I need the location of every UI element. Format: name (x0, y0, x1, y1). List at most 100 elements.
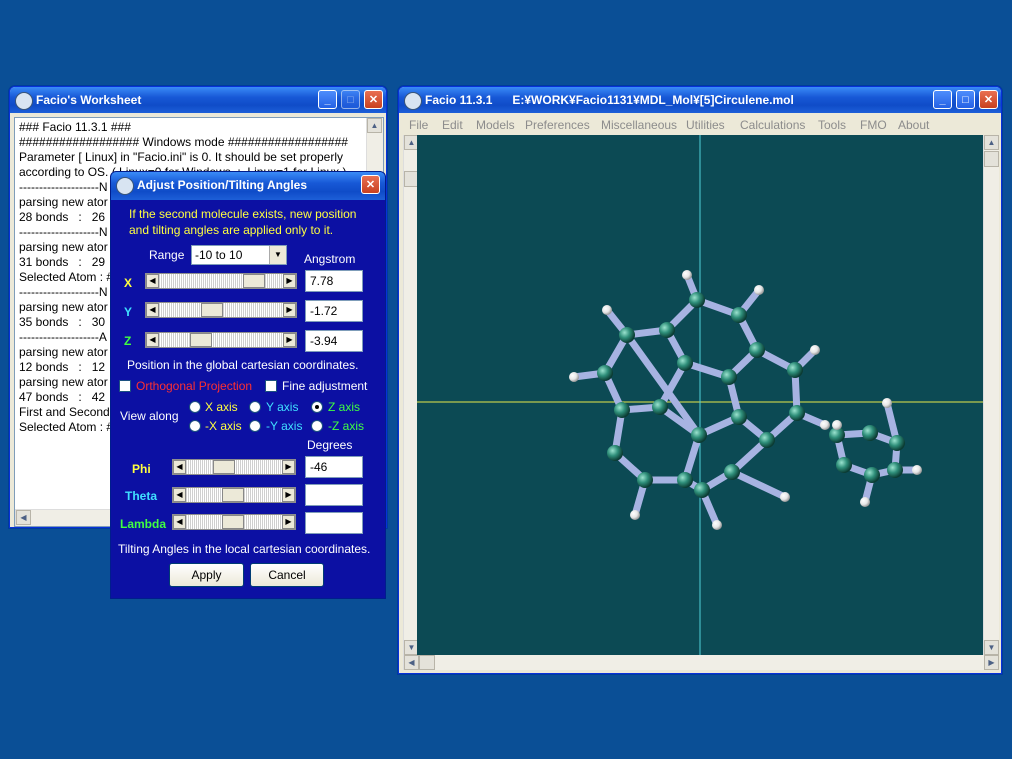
right-vscrollbar[interactable]: ▲ ▼ (983, 135, 999, 655)
hydrogen-atom[interactable] (912, 465, 922, 475)
ortho-projection-checkbox[interactable] (119, 380, 131, 392)
scroll-left-icon[interactable]: ◀ (16, 510, 31, 525)
scroll-up-icon[interactable]: ▲ (984, 135, 999, 150)
menu-about[interactable]: About (898, 118, 929, 132)
hydrogen-atom[interactable] (602, 305, 612, 315)
lambda-slider[interactable]: ◀ ▶ (172, 514, 296, 530)
carbon-atom[interactable] (887, 462, 903, 478)
y-value-field[interactable]: -1.72 (305, 300, 363, 322)
apply-button[interactable]: Apply (169, 563, 244, 587)
menu-edit[interactable]: Edit (442, 118, 463, 132)
lambda-value-field[interactable] (305, 512, 363, 534)
slider-left-arrow-icon[interactable]: ◀ (173, 460, 186, 474)
hydrogen-atom[interactable] (569, 372, 579, 382)
menu-preferences[interactable]: Preferences (525, 118, 590, 132)
radio-neg-x-axis[interactable] (189, 420, 201, 432)
slider-left-arrow-icon[interactable]: ◀ (173, 515, 186, 529)
chevron-down-icon[interactable]: ▼ (269, 246, 286, 264)
close-icon[interactable]: ✕ (979, 90, 998, 109)
scroll-up-icon[interactable]: ▲ (367, 118, 382, 133)
carbon-atom[interactable] (677, 472, 693, 488)
scroll-right-icon[interactable]: ▶ (984, 655, 999, 670)
hydrogen-atom[interactable] (780, 492, 790, 502)
slider-thumb[interactable] (200, 303, 223, 317)
radio-x-axis[interactable] (189, 401, 201, 413)
minimize-icon[interactable]: _ (933, 90, 952, 109)
menu-calculations[interactable]: Calculations (740, 118, 805, 132)
carbon-atom[interactable] (652, 399, 668, 415)
menu-tools[interactable]: Tools (818, 118, 846, 132)
slider-left-arrow-icon[interactable]: ◀ (146, 333, 159, 347)
menu-utilities[interactable]: Utilities (686, 118, 725, 132)
carbon-atom[interactable] (597, 365, 613, 381)
carbon-atom[interactable] (759, 432, 775, 448)
z-value-field[interactable]: -3.94 (305, 330, 363, 352)
radio-neg-z-axis[interactable] (311, 420, 323, 432)
carbon-atom[interactable] (721, 369, 737, 385)
scroll-thumb[interactable] (419, 655, 435, 670)
fine-adjustment-checkbox[interactable] (265, 380, 277, 392)
carbon-atom[interactable] (862, 425, 878, 441)
carbon-atom[interactable] (614, 402, 630, 418)
menu-file[interactable]: File (409, 118, 428, 132)
carbon-atom[interactable] (789, 405, 805, 421)
slider-left-arrow-icon[interactable]: ◀ (146, 303, 159, 317)
radio-neg-y-axis[interactable] (249, 420, 261, 432)
scroll-down-icon[interactable]: ▼ (984, 640, 999, 655)
slider-thumb[interactable] (242, 274, 265, 288)
x-slider[interactable]: ◀ ▶ (145, 273, 297, 289)
minimize-icon[interactable]: _ (318, 90, 337, 109)
carbon-atom[interactable] (724, 464, 740, 480)
close-icon[interactable]: ✕ (364, 90, 383, 109)
range-select[interactable]: -10 to 10 ▼ (191, 245, 287, 265)
menu-miscellaneous[interactable]: Miscellaneous (601, 118, 677, 132)
hydrogen-atom[interactable] (820, 420, 830, 430)
hydrogen-atom[interactable] (682, 270, 692, 280)
slider-thumb[interactable] (213, 460, 236, 474)
left-vscrollbar[interactable]: ▲ ▼ (403, 135, 419, 655)
carbon-atom[interactable] (864, 467, 880, 483)
radio-z-axis[interactable] (311, 401, 323, 413)
scroll-thumb[interactable] (984, 151, 999, 167)
carbon-atom[interactable] (689, 292, 705, 308)
cancel-button[interactable]: Cancel (250, 563, 324, 587)
hydrogen-atom[interactable] (810, 345, 820, 355)
carbon-atom[interactable] (836, 457, 852, 473)
carbon-atom[interactable] (889, 435, 905, 451)
slider-right-arrow-icon[interactable]: ▶ (282, 460, 295, 474)
slider-left-arrow-icon[interactable]: ◀ (146, 274, 159, 288)
y-slider[interactable]: ◀ ▶ (145, 302, 297, 318)
carbon-atom[interactable] (677, 355, 693, 371)
slider-right-arrow-icon[interactable]: ▶ (282, 515, 295, 529)
hydrogen-atom[interactable] (630, 510, 640, 520)
menu-models[interactable]: Models (476, 118, 515, 132)
hydrogen-atom[interactable] (754, 285, 764, 295)
hydrogen-atom[interactable] (712, 520, 722, 530)
z-slider[interactable]: ◀ ▶ (145, 332, 297, 348)
carbon-atom[interactable] (787, 362, 803, 378)
maximize-icon[interactable]: □ (956, 90, 975, 109)
carbon-atom[interactable] (731, 307, 747, 323)
slider-thumb[interactable] (189, 333, 212, 347)
hydrogen-atom[interactable] (832, 420, 842, 430)
slider-right-arrow-icon[interactable]: ▶ (283, 303, 296, 317)
menu-fmo[interactable]: FMO (860, 118, 887, 132)
theta-slider[interactable]: ◀ ▶ (172, 487, 296, 503)
carbon-atom[interactable] (749, 342, 765, 358)
carbon-atom[interactable] (659, 322, 675, 338)
radio-y-axis[interactable] (249, 401, 261, 413)
slider-left-arrow-icon[interactable]: ◀ (173, 488, 186, 502)
carbon-atom[interactable] (637, 472, 653, 488)
carbon-atom[interactable] (694, 482, 710, 498)
phi-slider[interactable]: ◀ ▶ (172, 459, 296, 475)
phi-value-field[interactable]: -46 (305, 456, 363, 478)
carbon-atom[interactable] (731, 409, 747, 425)
worksheet-titlebar[interactable]: Facio's Worksheet _ □ ✕ (10, 87, 386, 113)
carbon-atom[interactable] (691, 427, 707, 443)
slider-right-arrow-icon[interactable]: ▶ (282, 488, 295, 502)
slider-thumb[interactable] (221, 488, 244, 502)
slider-right-arrow-icon[interactable]: ▶ (283, 274, 296, 288)
x-value-field[interactable]: 7.78 (305, 270, 363, 292)
carbon-atom[interactable] (607, 445, 623, 461)
dialog-titlebar[interactable]: Adjust Position/Tilting Angles ✕ (111, 172, 385, 200)
